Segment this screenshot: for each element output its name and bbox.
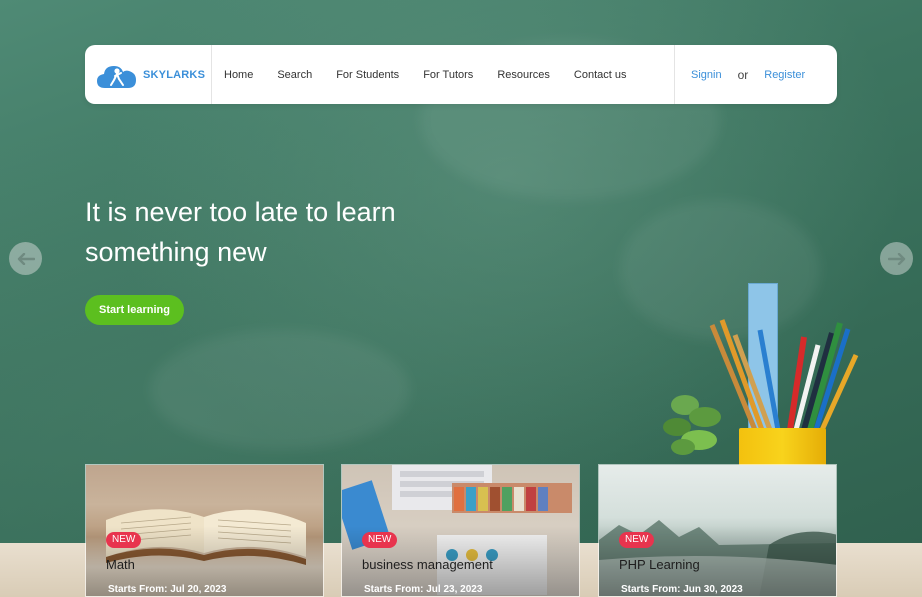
signin-link[interactable]: Signin — [691, 69, 722, 81]
nav-item-for-tutors[interactable]: For Tutors — [423, 69, 473, 81]
pencils-decoration — [709, 319, 859, 432]
brand-name: SKYLARKS — [143, 68, 206, 81]
course-title: PHP Learning — [619, 557, 700, 572]
carousel-next-button[interactable] — [880, 242, 913, 275]
start-learning-button[interactable]: Start learning — [85, 295, 184, 325]
new-badge: NEW — [619, 532, 655, 548]
register-link[interactable]: Register — [764, 69, 805, 81]
arrow-left-icon — [17, 252, 35, 265]
hero-headline: It is never too late to learn something … — [85, 192, 465, 272]
nav-item-search[interactable]: Search — [277, 69, 312, 81]
nav-item-home[interactable]: Home — [224, 69, 253, 81]
course-card-math[interactable]: NEW Math Starts From: Jul 20, 2023 — [85, 464, 324, 597]
nav-item-for-students[interactable]: For Students — [336, 69, 399, 81]
course-card-business-management[interactable]: NEW business management Starts From: Jul… — [341, 464, 580, 597]
main-navbar: SKYLARKS Home Search For Students For Tu… — [85, 45, 837, 104]
carousel-prev-button[interactable] — [9, 242, 42, 275]
auth-separator: or — [737, 67, 749, 82]
pencil-cup — [739, 428, 826, 468]
arrow-right-icon — [887, 252, 905, 265]
course-start-date: Starts From: Jul 20, 2023 — [108, 584, 227, 595]
hero-headline-line2: something new — [85, 237, 267, 267]
nav-item-contact-us[interactable]: Contact us — [574, 69, 627, 81]
new-badge: NEW — [106, 532, 142, 548]
course-card-php-learning[interactable]: NEW PHP Learning Starts From: Jun 30, 20… — [598, 464, 837, 597]
course-title: Math — [106, 557, 135, 572]
auth-links: Signin or Register — [674, 45, 805, 104]
nav-item-resources[interactable]: Resources — [497, 69, 550, 81]
nav-links: Home Search For Students For Tutors Reso… — [212, 45, 650, 104]
logo[interactable]: SKYLARKS — [85, 45, 212, 104]
course-start-date: Starts From: Jul 23, 2023 — [364, 584, 483, 595]
new-badge: NEW — [362, 532, 398, 548]
course-start-date: Starts From: Jun 30, 2023 — [621, 584, 743, 595]
cloud-person-icon — [97, 65, 136, 88]
hero-headline-line1: It is never too late to learn — [85, 197, 396, 227]
course-title: business management — [362, 557, 493, 572]
